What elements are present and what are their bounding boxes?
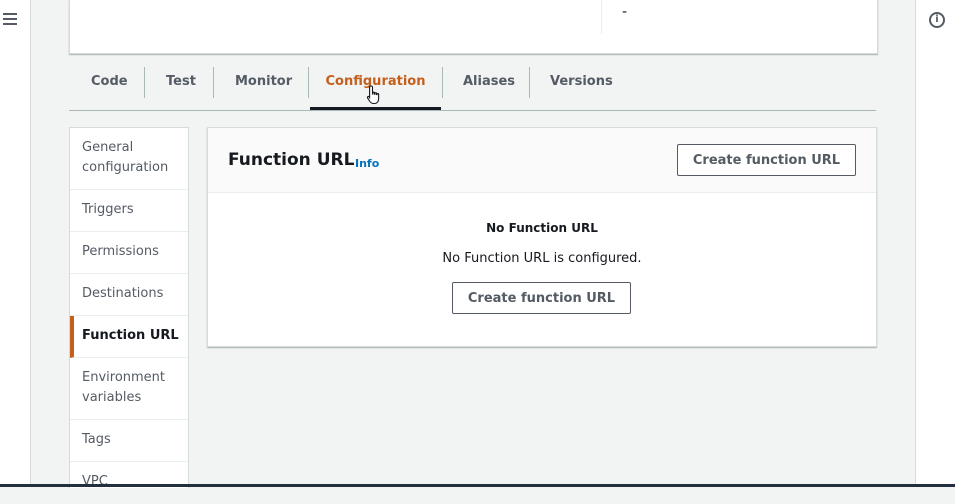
tab-versions[interactable]: Versions [550,63,613,109]
sidebar-item-destinations[interactable]: Destinations [70,274,188,316]
empty-state-description: No Function URL is configured. [442,251,642,266]
tab-separator [442,67,443,98]
empty-state-title: No Function URL [486,221,598,235]
tab-test[interactable]: Test [166,63,196,109]
tab-separator [144,67,145,98]
right-rail: i [915,0,955,487]
sidebar-item-tags[interactable]: Tags [70,420,188,462]
tab-aliases[interactable]: Aliases [463,63,515,109]
create-function-url-button[interactable]: Create function URL [452,282,631,314]
sidebar-item-triggers[interactable]: Triggers [70,190,188,232]
active-tab-indicator [310,107,441,110]
hand-pointer-icon [366,85,380,105]
overview-value: - [622,4,628,20]
card-divider [601,0,602,34]
panel-header: Function URL Info Create function URL [208,128,876,193]
left-rail [0,0,31,487]
info-link[interactable]: Info [355,157,379,170]
function-overview-card: - [69,0,878,54]
sidebar-item-function-url[interactable]: Function URL [70,316,188,358]
tab-code[interactable]: Code [91,63,128,109]
sidebar-item-vpc[interactable]: VPC [70,462,188,504]
function-url-panel: Function URL Info Create function URL No… [207,127,877,347]
config-side-nav: General configuration Triggers Permissio… [69,127,189,489]
tab-bar: Code Test Monitor Configuration Aliases … [69,63,876,111]
info-icon[interactable]: i [929,12,945,28]
tab-separator [529,67,530,98]
sidebar-item-general-configuration[interactable]: General configuration [70,138,188,190]
sidebar-item-permissions[interactable]: Permissions [70,232,188,274]
hamburger-icon[interactable] [3,13,17,27]
sidebar-item-environment-variables[interactable]: Environment variables [70,358,188,420]
tab-separator [213,67,214,98]
panel-title: Function URL [228,150,355,170]
create-function-url-header-button[interactable]: Create function URL [677,144,856,176]
tab-separator [308,67,309,98]
tab-monitor[interactable]: Monitor [235,63,292,109]
